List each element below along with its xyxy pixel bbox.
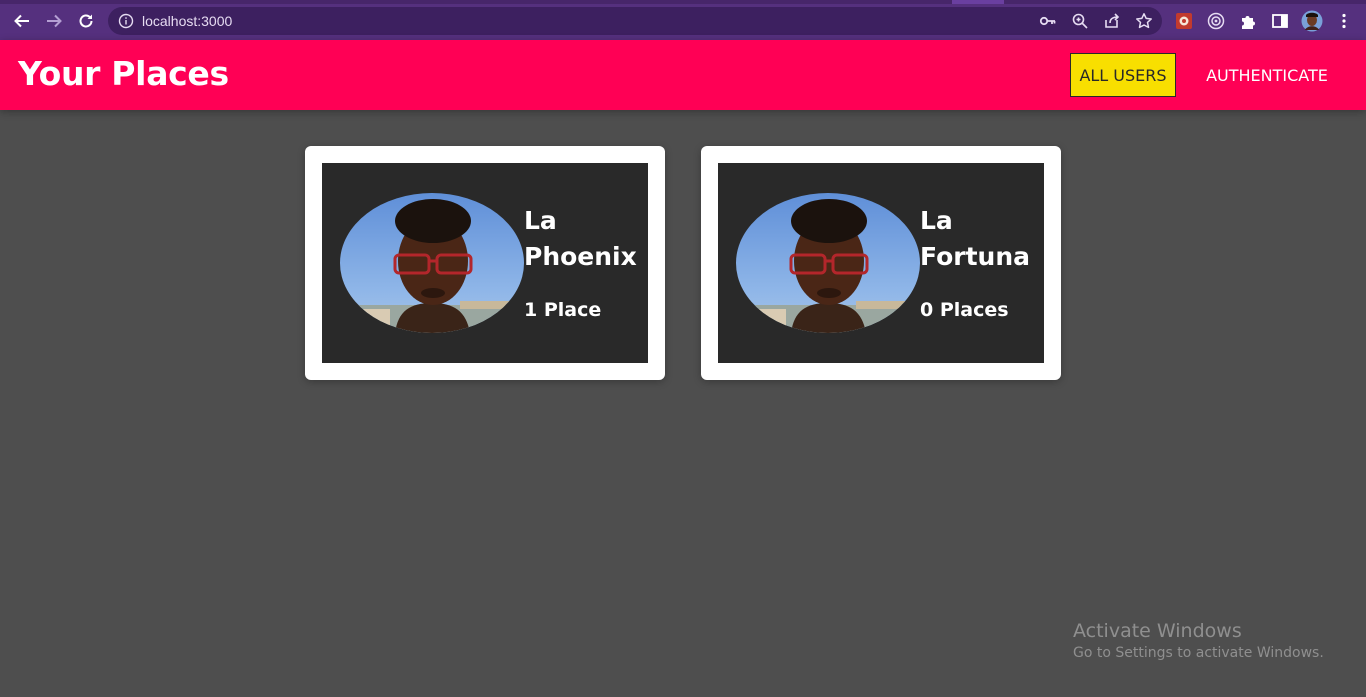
puzzle-icon[interactable] [1237,10,1259,32]
forward-arrow-icon[interactable] [42,9,66,33]
place-count: 1 Place [524,299,602,321]
nav-all-users-link[interactable]: ALL USERS [1070,53,1176,97]
active-tab-edge [952,0,1004,4]
windows-activation-subtitle: Go to Settings to activate Windows. [1073,645,1324,661]
user-avatar [736,193,920,333]
address-bar[interactable]: localhost:3000 [108,7,1162,35]
zoom-icon[interactable] [1071,12,1089,30]
share-icon[interactable] [1103,12,1121,30]
star-icon[interactable] [1135,12,1153,30]
place-count: 0 Places [920,299,1009,321]
main-header: Your Places ALL USERS AUTHENTICATE [0,40,1366,110]
user-card-link[interactable]: La Fortuna 0 Places [718,163,1044,363]
user-name: La Phoenix [524,206,637,271]
app-title[interactable]: Your Places [18,54,229,93]
info-icon[interactable] [118,13,134,34]
user-card: La Phoenix 1 Place [305,146,665,380]
user-card-link[interactable]: La Phoenix 1 Place [322,163,648,363]
avatar[interactable] [1301,10,1323,32]
windows-activation-title: Activate Windows [1073,620,1242,642]
back-arrow-icon[interactable] [10,9,34,33]
reload-icon[interactable] [74,9,98,33]
kebab-menu-icon[interactable] [1333,10,1355,32]
user-card: La Fortuna 0 Places [701,146,1061,380]
url-text[interactable]: localhost:3000 [142,13,232,29]
user-avatar [340,193,524,333]
extension-icon[interactable] [1205,10,1227,32]
browser-toolbar: localhost:3000 [0,0,1366,40]
side-panel-icon[interactable] [1269,10,1291,32]
extension-icon[interactable] [1173,10,1195,32]
user-name: La Fortuna [920,206,1030,271]
nav-authenticate-link[interactable]: AUTHENTICATE [1190,53,1344,97]
key-icon[interactable] [1039,12,1057,30]
tab-strip [0,0,1366,4]
